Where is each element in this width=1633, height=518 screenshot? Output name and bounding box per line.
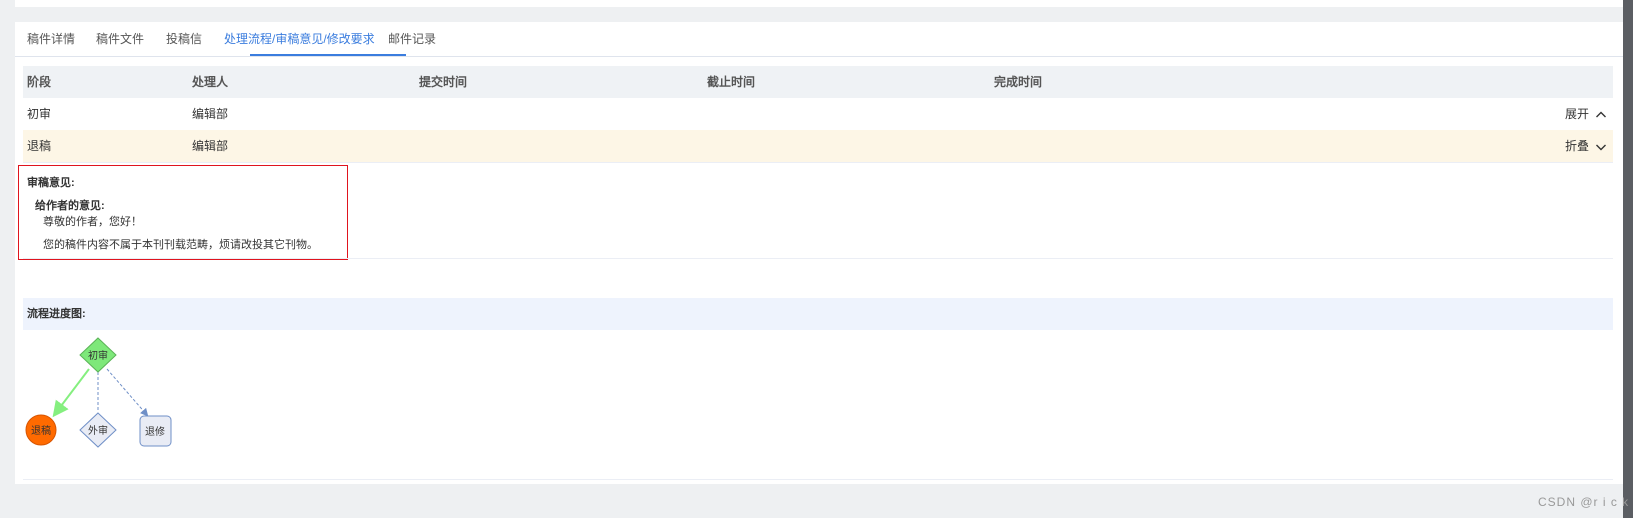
col-submit-time: 提交时间 [419,75,468,89]
csdn-watermark: CSDN @r i c k [1538,495,1630,509]
flow-label-revise: 退修 [145,425,165,438]
review-greeting: 尊敬的作者，您好！ [43,216,142,228]
divider [23,479,1613,480]
flow-chart-header: 流程进度图: [23,298,1613,330]
table-header: 阶段 处理人 提交时间 截止时间 完成时间 [23,66,1613,98]
row-stage: 退稿 [27,139,52,153]
review-body: 您的稿件内容不属于本刊刊载范畴，烦请改投其它刊物。 [43,239,318,251]
manuscript-panel: 稿件详情 稿件文件 投稿信 处理流程/审稿意见/修改要求 邮件记录 阶段 处理人… [15,22,1623,484]
flow-edge-active [52,368,90,418]
tab-email-records[interactable]: 邮件记录 [388,22,436,56]
collapse-toggle[interactable]: 折叠 [1565,130,1607,162]
top-card [15,0,1623,7]
col-deadline: 截止时间 [707,75,756,89]
expand-label: 展开 [1564,107,1589,121]
col-handler: 处理人 [192,75,229,89]
flow-edge-pending [106,368,149,417]
to-author-label: 给作者的意见: [35,200,105,212]
chevron-up-icon [1596,111,1606,118]
flow-label-reject: 退稿 [31,424,51,437]
flow-chart: 初审 退稿 外审 退修 [25,337,172,448]
window-edge-scrollbar[interactable] [1623,0,1633,518]
table-row[interactable]: 初审 编辑部 展开 [23,98,1613,131]
tab-process-review[interactable]: 处理流程/审稿意见/修改要求 [224,22,375,56]
tab-manuscript-files[interactable]: 稿件文件 [96,22,144,56]
review-title: 审稿意见: [27,177,75,189]
table-row[interactable]: 退稿 编辑部 折叠 [23,130,1613,163]
flow-label-external-review: 外审 [88,424,108,437]
col-done-time: 完成时间 [994,75,1043,89]
divider [23,258,1613,259]
collapse-label: 折叠 [1564,139,1589,153]
tab-cover-letter[interactable]: 投稿信 [166,22,202,56]
tab-bar: 稿件详情 稿件文件 投稿信 处理流程/审稿意见/修改要求 邮件记录 [15,22,1623,57]
active-tab-indicator [250,54,406,56]
row-handler: 编辑部 [192,139,229,153]
chevron-down-icon [1596,144,1606,151]
col-stage: 阶段 [27,75,52,89]
flow-label-first-review: 初审 [88,349,108,362]
expand-toggle[interactable]: 展开 [1565,98,1607,130]
review-opinion-box: 审稿意见: 给作者的意见: 尊敬的作者，您好！ 您的稿件内容不属于本刊刊载范畴，… [18,165,348,260]
row-handler: 编辑部 [192,107,229,121]
tab-manuscript-details[interactable]: 稿件详情 [27,22,75,56]
row-stage: 初审 [27,107,52,121]
flow-chart-title: 流程进度图: [27,308,86,320]
